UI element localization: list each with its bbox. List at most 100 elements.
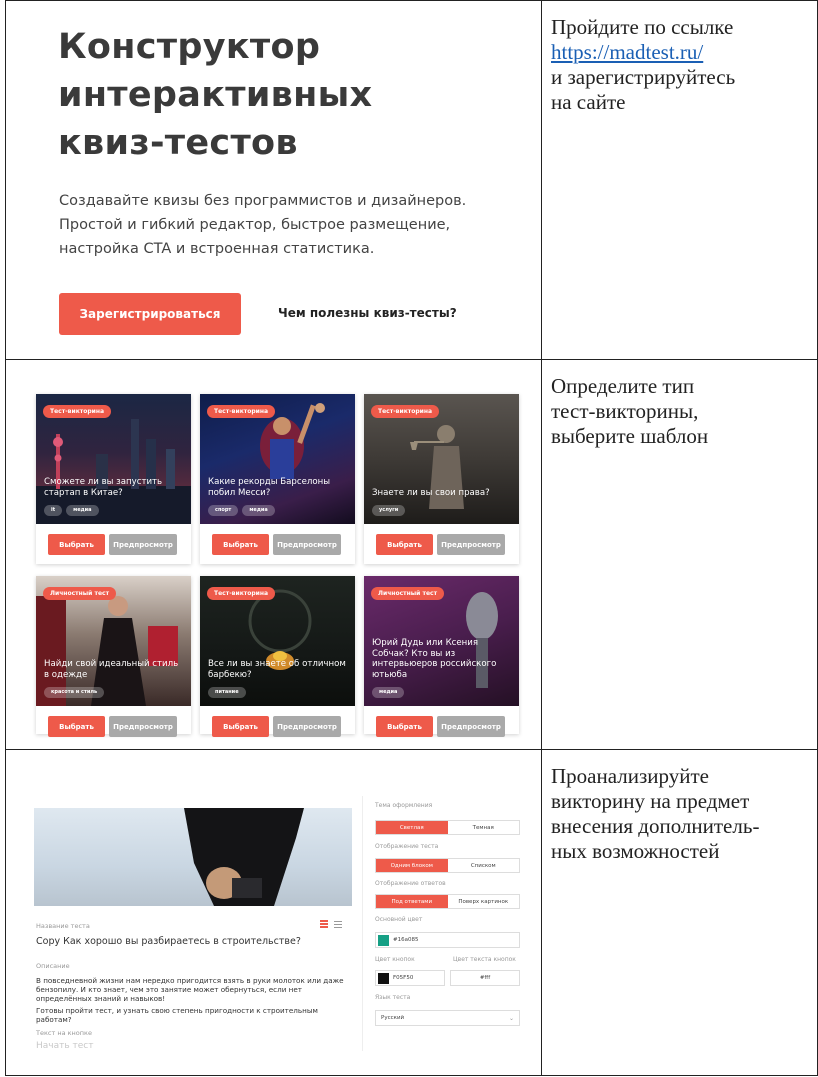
choose-button[interactable]: Выбрать	[48, 716, 105, 737]
instruction-line: на сайте	[551, 90, 626, 114]
button-color-swatch[interactable]	[378, 972, 389, 984]
instruction-line: выберите шаблон	[551, 424, 709, 448]
cover-photo-icon	[184, 808, 304, 906]
button-text-color-label: Цвет текста кнопок	[453, 956, 516, 963]
template-chip: медиа	[66, 505, 99, 516]
template-title: Сможете ли вы запустить стартап в Китае?	[44, 477, 163, 498]
instruction-line: и зарегистрируйтесь	[551, 65, 736, 89]
theme-light-option[interactable]: Светлая	[376, 821, 448, 834]
register-button[interactable]: Зарегистрироваться	[59, 293, 241, 335]
editor-main-panel: Название теста Copy Как хорошо вы разбир…	[34, 796, 352, 1051]
template-type-badge: Тест-викторина	[207, 587, 276, 600]
button-text-input[interactable]: Начать тест	[36, 1041, 94, 1051]
template-chip: красота и стиль	[44, 687, 105, 698]
choose-button[interactable]: Выбрать	[212, 534, 269, 555]
editor-settings-panel: Тема оформления Светлая Темная Отображен…	[362, 796, 527, 1051]
instruction-line: Определите тип	[551, 374, 695, 398]
template-grid: Тест-викторина Сможете ли вы запустить с…	[36, 382, 528, 737]
hero-title-line: интерактивных	[58, 75, 373, 115]
template-card[interactable]: Тест-викторина Все ли вы знаете об отлич…	[200, 576, 355, 737]
template-image: Личностный тест Найди свой идеальный сти…	[36, 576, 191, 706]
display-one-block-option[interactable]: Одним блоком	[376, 859, 448, 872]
instruction-line: тест-викторины,	[551, 399, 699, 423]
language-select[interactable]: Русский ⌄	[375, 1010, 520, 1026]
choose-button[interactable]: Выбрать	[376, 716, 433, 737]
answers-over-option[interactable]: Поверх картинок	[448, 895, 520, 908]
button-color-label: Цвет кнопок	[375, 956, 415, 963]
madtest-link[interactable]: https://madtest.ru/	[551, 40, 811, 65]
template-title: Юрий Дудь или Ксения Собчак? Кто вы из и…	[372, 638, 497, 680]
layout-tile-icon[interactable]	[320, 920, 328, 928]
instruction-line: ных возможностей	[551, 839, 720, 863]
answers-switch: Под ответами Поверх картинок	[375, 894, 520, 909]
button-color-field[interactable]: F05F50	[375, 970, 445, 986]
button-text-color-value: #fff	[479, 975, 491, 981]
answers-under-option[interactable]: Под ответами	[376, 895, 448, 908]
preview-button[interactable]: Предпросмотр	[273, 716, 341, 737]
template-type-badge: Тест-викторина	[371, 405, 440, 418]
template-chip: медиа	[242, 505, 275, 516]
template-chips: красота и стиль	[44, 687, 105, 698]
choose-button[interactable]: Выбрать	[48, 534, 105, 555]
template-chip: медиа	[372, 687, 405, 698]
main-color-swatch[interactable]	[378, 934, 389, 946]
template-chip: питание	[208, 687, 246, 698]
template-title: Какие рекорды Барселоны побил Месси?	[208, 477, 331, 498]
main-color-value: #16a085	[393, 937, 419, 943]
preview-button[interactable]: Предпросмотр	[437, 534, 505, 555]
instruction-line: викторину на предмет	[551, 789, 750, 813]
template-title: Знаете ли вы свои права?	[372, 487, 490, 498]
instruction-text: Пройдите по ссылке https://madtest.ru/ и…	[551, 15, 811, 115]
template-image: Тест-викторина Все ли вы знаете об отлич…	[200, 576, 355, 706]
choose-button[interactable]: Выбрать	[212, 716, 269, 737]
theme-dark-option[interactable]: Темная	[448, 821, 520, 834]
test-name-input[interactable]: Copy Как хорошо вы разбираетесь в строит…	[36, 936, 301, 947]
why-quiz-link[interactable]: Чем полезны квиз-тесты?	[278, 306, 457, 320]
description-label: Описание	[36, 962, 70, 970]
hero-title: Конструктор интерактивных квиз-тестов	[58, 23, 498, 167]
preview-button[interactable]: Предпросмотр	[437, 716, 505, 737]
instruction-line: внесения дополнитель-	[551, 814, 760, 838]
theme-label: Тема оформления	[375, 802, 433, 809]
preview-button[interactable]: Предпросмотр	[109, 534, 177, 555]
display-label: Отображение теста	[375, 843, 439, 850]
template-actions: Выбрать Предпросмотр	[48, 716, 177, 737]
hero-description-line: Простой и гибкий редактор, быстрое разме…	[59, 217, 451, 233]
button-text-color-field[interactable]: #fff	[450, 970, 520, 986]
main-color-label: Основной цвет	[375, 916, 423, 923]
table-row-register: Конструктор интерактивных квиз-тестов Со…	[6, 1, 817, 359]
display-switch: Одним блоком Списком	[375, 858, 520, 873]
layout-toggle	[320, 920, 342, 928]
preview-button[interactable]: Предпросмотр	[109, 716, 177, 737]
template-actions: Выбрать Предпросмотр	[212, 534, 341, 555]
description-text-2[interactable]: Готовы пройти тест, и узнать свою степен…	[36, 1006, 344, 1024]
choose-button[interactable]: Выбрать	[376, 534, 433, 555]
language-label: Язык теста	[375, 994, 411, 1001]
display-list-option[interactable]: Списком	[448, 859, 520, 872]
template-type-badge: Личностный тест	[43, 587, 117, 600]
template-chip: спорт	[208, 505, 239, 516]
instruction-line: Проанализируйте	[551, 764, 709, 788]
theme-switch: Светлая Темная	[375, 820, 520, 835]
template-card[interactable]: Тест-викторина Какие рекорды Барселоны п…	[200, 394, 355, 564]
template-title: Найди свой идеальный стиль в одежде	[44, 659, 179, 680]
template-card[interactable]: Тест-викторина Знаете ли вы свои права? …	[364, 394, 519, 564]
answers-label: Отображение ответов	[375, 880, 446, 887]
preview-button[interactable]: Предпросмотр	[273, 534, 341, 555]
template-card[interactable]: Тест-викторина Сможете ли вы запустить с…	[36, 394, 191, 564]
template-card[interactable]: Личностный тест Найди свой идеальный сти…	[36, 576, 191, 737]
button-text-label: Текст на кнопке	[36, 1029, 92, 1037]
layout-list-icon[interactable]	[334, 920, 342, 928]
hero-description-line: настройка CTA и встроенная статистика.	[59, 241, 375, 257]
template-title: Все ли вы знаете об отличном барбекю?	[208, 659, 346, 680]
template-actions: Выбрать Предпросмотр	[376, 534, 505, 555]
template-actions: Выбрать Предпросмотр	[376, 716, 505, 737]
template-chip: услуги	[372, 505, 406, 516]
main-color-field[interactable]: #16a085	[375, 932, 520, 948]
chevron-down-icon: ⌄	[508, 1014, 514, 1022]
template-type-badge: Личностный тест	[371, 587, 445, 600]
description-text[interactable]: В повседневной жизни нам нередко пригоди…	[36, 976, 344, 1003]
language-value: Русский	[381, 1015, 405, 1021]
template-card[interactable]: Личностный тест Юрий Дудь или Ксения Соб…	[364, 576, 519, 737]
button-color-value: F05F50	[393, 975, 414, 981]
